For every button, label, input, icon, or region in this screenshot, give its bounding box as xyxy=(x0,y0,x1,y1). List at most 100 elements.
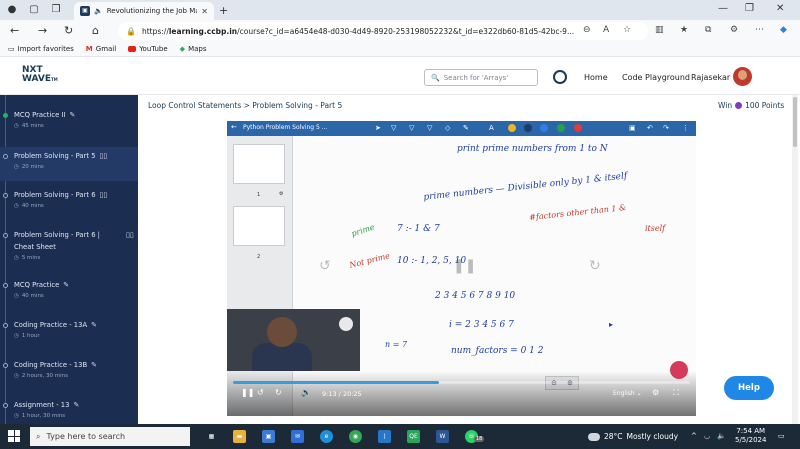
fav-gmail[interactable]: M Gmail xyxy=(86,45,116,53)
pause-icon[interactable]: ❚❚ xyxy=(241,388,254,397)
split-screen-icon[interactable]: ▥ xyxy=(655,25,664,35)
search-input[interactable]: 🔍 Search for 'Arrays' xyxy=(424,69,538,86)
mail-icon[interactable]: ✉ xyxy=(291,430,304,443)
text-tool-icon[interactable]: A xyxy=(489,124,494,132)
help-button[interactable]: Help xyxy=(724,376,774,400)
page-icon[interactable]: ▣ xyxy=(629,124,636,132)
page-thumbnail-2[interactable] xyxy=(233,206,285,246)
undo-icon[interactable]: ↶ xyxy=(647,124,653,132)
collections-icon[interactable]: ⧉ xyxy=(705,25,711,35)
color-green[interactable] xyxy=(557,124,565,132)
fav-youtube[interactable]: YouTube xyxy=(128,45,168,53)
store-icon[interactable]: ▣ xyxy=(262,430,275,443)
clock-time: 7:54 AM xyxy=(736,427,766,435)
pen-icon[interactable]: ▽ xyxy=(391,124,396,132)
weather-widget[interactable]: 28°C Mostly cloudy xyxy=(588,432,678,441)
import-favorites[interactable]: ▭ Import favorites xyxy=(8,45,74,53)
eraser-icon[interactable]: ◇ xyxy=(445,124,450,132)
settings-icon[interactable]: ⚙ xyxy=(652,388,659,397)
sidebar-item-label: MCQ Practice II xyxy=(14,111,66,119)
sidebar-item-problem-solving-5[interactable]: Problem Solving - Part 5 ▯▯ ◷ 20 mins xyxy=(0,147,138,181)
color-blue[interactable] xyxy=(540,124,548,132)
sidebar-item-coding-practice-13a[interactable]: Coding Practice - 13A ✎ ◷ 1 hour xyxy=(0,321,138,357)
favorite-star-icon[interactable]: ☆ xyxy=(623,25,631,35)
avatar[interactable] xyxy=(733,67,752,86)
video-progress-bar[interactable] xyxy=(233,381,690,384)
read-aloud-icon[interactable]: A xyxy=(603,25,609,35)
new-tab-icon[interactable]: + xyxy=(219,4,228,17)
sidebar-item-assignment-13[interactable]: Assignment - 13 ✎ ◷ 1 hour, 30 mins xyxy=(0,401,138,424)
color-yellow[interactable] xyxy=(508,124,516,132)
lock-icon[interactable]: 🔒 xyxy=(126,27,136,36)
redo-icon[interactable]: ↷ xyxy=(663,124,669,132)
more-vertical-icon[interactable]: ⋮ xyxy=(682,124,689,132)
skip-back-icon[interactable]: ↺ xyxy=(257,388,264,397)
favorites-icon[interactable]: ★ xyxy=(680,25,688,35)
tab-actions-icon[interactable]: ❐ xyxy=(50,4,62,16)
sidebar-item-mcq-practice-ii[interactable]: MCQ Practice II ✎ ◷ 45 mins xyxy=(0,111,138,147)
color-navy[interactable] xyxy=(524,124,532,132)
skip-forward-icon[interactable]: ↻ xyxy=(275,388,282,397)
chrome-icon[interactable]: ◉ xyxy=(349,430,362,443)
close-tab-icon[interactable]: ✕ xyxy=(201,7,208,16)
fav-maps[interactable]: ◆ Maps xyxy=(180,45,207,53)
file-explorer-icon[interactable]: ▬ xyxy=(233,430,246,443)
nav-code-playground[interactable]: Code Playground xyxy=(622,73,690,82)
pause-overlay-icon: ❚❚ xyxy=(453,258,477,274)
notification-icon[interactable]: ▭ xyxy=(778,432,785,440)
nxtwave-logo[interactable]: NXT WAVETM xyxy=(22,66,58,84)
url-bar[interactable]: 🔒 https://learning.ccbp.in/course?c_id=a… xyxy=(118,22,648,40)
browser-tab-active[interactable]: ▣ 🔈 Revolutionizing the Job Ma ✕ xyxy=(74,2,214,20)
home-icon[interactable]: ⌂ xyxy=(92,24,99,37)
streak-icon[interactable] xyxy=(553,70,567,84)
sidebar-item-coding-practice-13b[interactable]: Coding Practice - 13B ✎ ◷ 2 hours, 30 mins xyxy=(0,361,138,397)
fullscreen-icon[interactable]: ⛶ xyxy=(673,388,679,398)
minimize-icon[interactable]: — xyxy=(718,3,728,14)
qe-app-icon[interactable]: QE xyxy=(407,430,420,443)
cursor-icon[interactable]: ➤ xyxy=(375,124,381,132)
sidebar-item-mcq-practice[interactable]: MCQ Practice ✎ ◷ 40 mins xyxy=(0,281,138,317)
audio-icon[interactable]: 🔈 xyxy=(94,7,103,15)
taskbar-search[interactable]: ⌕ Type here to search xyxy=(30,427,190,446)
maximize-icon[interactable]: ❐ xyxy=(745,3,754,14)
more-icon[interactable]: ⋯ xyxy=(755,25,764,35)
edge-icon[interactable]: e xyxy=(320,430,333,443)
username[interactable]: Rajasekar xyxy=(691,73,730,82)
nav-home[interactable]: Home xyxy=(584,73,608,82)
tray-chevron-icon[interactable]: ^ xyxy=(691,432,697,440)
highlighter-icon[interactable]: ▽ xyxy=(409,124,414,132)
close-window-icon[interactable]: ✕ xyxy=(776,3,784,14)
scrollbar-thumb[interactable] xyxy=(793,97,797,147)
word-icon[interactable]: W xyxy=(436,430,449,443)
speaker-icon[interactable]: 🔈 xyxy=(717,432,726,440)
volume-icon[interactable]: 🔊 xyxy=(301,388,311,397)
back-arrow-icon[interactable]: ← xyxy=(231,123,237,131)
language-select[interactable]: English ⌄ xyxy=(613,390,642,397)
taskbar-clock[interactable]: 7:54 AM 5/5/2024 xyxy=(735,427,766,445)
page-thumbnail-1[interactable] xyxy=(233,144,285,184)
start-button[interactable] xyxy=(8,430,20,442)
back-icon[interactable]: ← xyxy=(10,24,19,37)
workspaces-icon[interactable]: ▢ xyxy=(28,4,40,16)
sidebar-item-problem-solving-6[interactable]: Problem Solving - Part 6 ▯▯ ◷ 40 mins xyxy=(0,191,138,227)
vscode-icon[interactable]: ⟩ xyxy=(378,430,391,443)
board-notprime-label: Not prime xyxy=(348,251,391,270)
extensions-icon[interactable]: ⚙ xyxy=(730,25,738,35)
refresh-icon[interactable]: ↻ xyxy=(64,24,73,37)
profile-icon[interactable]: ● xyxy=(6,4,18,16)
task-view-icon[interactable]: ▦ xyxy=(205,430,218,443)
zoom-icon[interactable]: ⊖ xyxy=(583,25,591,35)
page-scrollbar[interactable] xyxy=(792,95,798,424)
url-path: /course?c_id=a6454e48-d030-4d49-8920-253… xyxy=(237,26,575,36)
video-player[interactable]: ← Python Problem Solving 5 ... ➤ ▽ ▽ ▽ ◇… xyxy=(227,121,696,416)
brush-icon[interactable]: ✎ xyxy=(463,124,469,132)
course-sidebar: MCQ Practice II ✎ ◷ 45 mins Problem Solvin… xyxy=(0,95,138,424)
copilot-icon[interactable]: ◆ xyxy=(780,25,787,35)
video-title: Python Problem Solving 5 ... xyxy=(243,124,328,131)
sidebar-item-cheat-sheet[interactable]: Problem Solving - Part 6 | ▯▯ Cheat Sheet… xyxy=(0,231,138,277)
network-icon[interactable]: ◡ xyxy=(704,432,710,440)
color-red[interactable] xyxy=(574,124,582,132)
forward-icon[interactable]: → xyxy=(38,24,47,37)
thumbnail-settings-icon[interactable]: ⚙ xyxy=(279,191,283,197)
marker-icon[interactable]: ▽ xyxy=(427,124,432,132)
